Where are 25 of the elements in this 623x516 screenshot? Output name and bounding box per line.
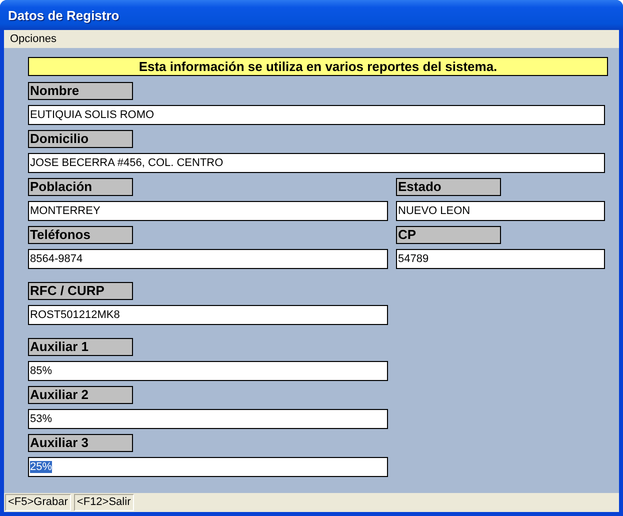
status-panel[interactable]: <F5>Grabar [5, 494, 71, 511]
input-field[interactable]: 53% [28, 409, 388, 429]
input-field[interactable]: 25% [28, 457, 388, 477]
window-title: Datos de Registro [8, 8, 120, 22]
input-field[interactable]: 8564-9874 [28, 249, 388, 269]
input-field[interactable]: JOSE BECERRA #456, COL. CENTRO [28, 153, 605, 173]
field-label: Domicilio [28, 130, 133, 148]
field-label: CP [396, 226, 501, 244]
field-label: Auxiliar 2 [28, 386, 133, 404]
input-field[interactable]: 85% [28, 361, 388, 381]
field-label: Auxiliar 3 [28, 434, 133, 452]
info-banner: Esta información se utiliza en varios reportes del sistema. [28, 57, 608, 76]
field-label: Auxiliar 1 [28, 338, 133, 356]
field-label: Teléfonos [28, 226, 133, 244]
status-panel[interactable]: <F12>Salir [74, 494, 134, 511]
input-field[interactable]: EUTIQUIA SOLIS ROMO [28, 105, 605, 125]
input-field[interactable]: ROST501212MK8 [28, 305, 388, 325]
input-field[interactable]: NUEVO LEON [396, 201, 605, 221]
field-label: Estado [396, 178, 501, 196]
field-label: Población [28, 178, 133, 196]
menu-item[interactable]: Opciones [6, 33, 60, 45]
input-field[interactable]: 54789 [396, 249, 605, 269]
field-label: Nombre [28, 82, 133, 100]
input-field[interactable]: MONTERREY [28, 201, 388, 221]
field-label: RFC / CURP [28, 282, 133, 300]
